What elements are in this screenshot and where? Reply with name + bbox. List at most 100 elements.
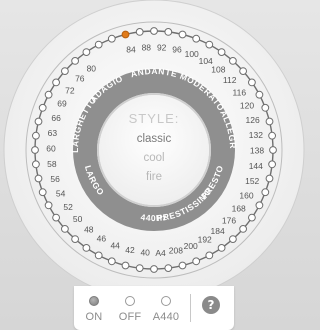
tick-dot[interactable] xyxy=(255,90,264,99)
tempo-number[interactable]: 42 xyxy=(125,245,135,255)
tick-dot[interactable] xyxy=(217,244,226,252)
tempo-number[interactable]: 200 xyxy=(184,241,198,251)
tick-dot[interactable] xyxy=(52,78,60,87)
tick-dot[interactable] xyxy=(205,40,214,49)
tempo-number[interactable]: 54 xyxy=(56,188,66,198)
tempo-number[interactable]: 84 xyxy=(126,45,136,55)
tempo-number[interactable]: 48 xyxy=(84,225,94,235)
tempo-number[interactable]: 72 xyxy=(65,86,75,96)
tick-dot[interactable] xyxy=(82,244,91,252)
style-option-cool[interactable]: cool xyxy=(143,152,164,164)
tick-dot[interactable] xyxy=(248,78,256,87)
tempo-number[interactable]: 56 xyxy=(50,174,60,184)
tick-dot[interactable] xyxy=(192,257,201,266)
tempo-number[interactable]: 58 xyxy=(47,159,57,169)
tick-dot[interactable] xyxy=(229,57,237,65)
tick-dot[interactable] xyxy=(32,160,40,169)
tick-dot[interactable] xyxy=(205,251,214,260)
marking-440hz[interactable]: 440Hz xyxy=(140,212,168,223)
tick-dot[interactable] xyxy=(94,40,103,49)
tick-dot[interactable] xyxy=(255,201,264,210)
tick-dot[interactable] xyxy=(61,67,69,75)
tick-dot[interactable] xyxy=(52,213,60,222)
tick-dot[interactable] xyxy=(135,264,144,273)
tick-dot[interactable] xyxy=(121,261,130,270)
tick-dot[interactable] xyxy=(265,174,274,183)
tick-dot[interactable] xyxy=(192,34,201,43)
tempo-number[interactable]: 184 xyxy=(211,226,225,236)
tempo-number[interactable]: 126 xyxy=(246,115,260,125)
on-radio[interactable] xyxy=(89,296,99,306)
tick-dot[interactable] xyxy=(34,174,43,183)
tick-dot[interactable] xyxy=(178,30,187,39)
tick-dot[interactable] xyxy=(94,251,103,260)
tempo-number[interactable]: 168 xyxy=(232,204,246,214)
tempo-number[interactable]: 120 xyxy=(240,101,254,111)
tempo-number[interactable]: 138 xyxy=(250,146,264,156)
tick-dot[interactable] xyxy=(229,235,237,244)
tick-dot[interactable] xyxy=(164,28,173,36)
tick-dot[interactable] xyxy=(265,117,274,126)
tempo-number[interactable]: 69 xyxy=(57,99,67,109)
tick-dot[interactable] xyxy=(239,67,248,75)
a440-option[interactable]: A440 xyxy=(146,286,186,323)
tick-dot[interactable] xyxy=(268,131,277,140)
tempo-number[interactable]: 96 xyxy=(172,45,182,55)
tick-dot[interactable] xyxy=(38,103,47,112)
tempo-number[interactable]: 50 xyxy=(73,214,83,224)
tempo-number[interactable]: 144 xyxy=(249,161,263,171)
style-option-classic[interactable]: classic xyxy=(137,133,172,145)
tick-dot[interactable] xyxy=(164,264,173,273)
tempo-number[interactable]: 44 xyxy=(110,240,120,250)
tick-dot[interactable] xyxy=(38,188,47,197)
tempo-number[interactable]: 208 xyxy=(169,246,183,256)
tempo-number[interactable]: 52 xyxy=(63,202,73,212)
style-option-fire[interactable]: fire xyxy=(146,171,162,183)
help-button[interactable]: ? xyxy=(202,296,220,314)
tick-dot[interactable] xyxy=(32,131,40,140)
tick-dot[interactable] xyxy=(34,117,43,126)
tempo-number[interactable]: 80 xyxy=(87,63,97,73)
tick-dot[interactable] xyxy=(217,48,226,56)
tick-dot[interactable] xyxy=(61,225,69,233)
tick-dot[interactable] xyxy=(71,235,79,244)
off-radio[interactable] xyxy=(125,296,135,306)
tick-dot[interactable] xyxy=(239,225,248,233)
tick-dot[interactable] xyxy=(150,265,158,273)
tick-dot[interactable] xyxy=(71,57,79,65)
tempo-number[interactable]: 176 xyxy=(222,216,236,226)
a440-radio[interactable] xyxy=(161,296,171,306)
tick-dot[interactable] xyxy=(31,146,39,154)
tempo-number[interactable]: 76 xyxy=(75,74,85,84)
tempo-number[interactable]: 88 xyxy=(142,42,152,52)
tick-dot[interactable] xyxy=(107,257,116,266)
tempo-number[interactable]: 152 xyxy=(245,176,259,186)
selected-tick-dot[interactable] xyxy=(121,30,130,39)
tempo-number[interactable]: 40 xyxy=(140,248,150,258)
tempo-number[interactable]: 60 xyxy=(46,143,56,153)
tempo-number[interactable]: A4 xyxy=(155,248,166,258)
tick-dot[interactable] xyxy=(178,261,187,270)
off-option[interactable]: OFF xyxy=(110,286,150,323)
tempo-number[interactable]: 112 xyxy=(223,75,237,85)
tick-dot[interactable] xyxy=(135,28,144,36)
tempo-number[interactable]: 66 xyxy=(51,113,61,123)
tick-dot[interactable] xyxy=(150,27,158,35)
tempo-number[interactable]: 116 xyxy=(233,87,247,97)
tick-dot[interactable] xyxy=(269,146,277,154)
on-option[interactable]: ON xyxy=(74,286,114,323)
tempo-number[interactable]: 132 xyxy=(249,130,263,140)
tempo-number[interactable]: 192 xyxy=(198,235,212,245)
tempo-number[interactable]: 63 xyxy=(48,128,58,138)
tick-dot[interactable] xyxy=(261,103,270,112)
tick-dot[interactable] xyxy=(44,90,53,99)
tempo-number[interactable]: 108 xyxy=(211,65,225,75)
tempo-number[interactable]: 46 xyxy=(97,234,107,244)
tick-dot[interactable] xyxy=(248,213,256,222)
tick-dot[interactable] xyxy=(261,188,270,197)
tick-dot[interactable] xyxy=(107,34,116,43)
tick-dot[interactable] xyxy=(268,160,277,169)
tick-dot[interactable] xyxy=(44,201,53,210)
tempo-number[interactable]: 92 xyxy=(157,42,167,52)
tempo-number[interactable]: 100 xyxy=(185,49,199,59)
